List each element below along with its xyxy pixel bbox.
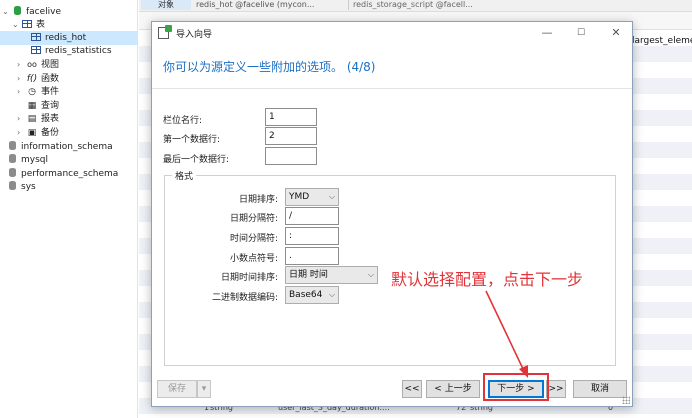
chevron-right-icon[interactable]: ›	[17, 112, 26, 126]
binary-encoding-label: 二进制数据编码:	[211, 293, 278, 303]
navigation-tree: ⌄ facelive ⌄ 表 redis_hot redis_statistics …	[0, 0, 138, 418]
table-folder-icon	[21, 18, 33, 32]
import-wizard-icon	[158, 25, 172, 39]
chevron-down-icon[interactable]: ⌄	[12, 18, 21, 32]
chevron-down-icon: ⌵	[328, 192, 335, 201]
database-icon	[6, 153, 18, 167]
date-order-label: 日期排序:	[238, 195, 278, 205]
previous-button[interactable]: < 上一步	[426, 380, 480, 398]
cancel-button[interactable]: 取消	[573, 380, 627, 398]
dialog-title-bar[interactable]: 导入向导 — ☐ ✕	[152, 22, 632, 44]
database-icon	[6, 140, 18, 154]
datetime-order-label: 日期时间排序:	[220, 273, 278, 283]
first-data-row-input[interactable]	[265, 127, 317, 145]
date-delimiter-label: 日期分隔符:	[229, 214, 278, 224]
field-name-row-label: 栏位名行:	[163, 116, 203, 126]
view-icon: oo	[27, 60, 37, 69]
tab-redis-hot[interactable]: redis_hot @facelive (mycon...	[196, 0, 344, 10]
tree-item-sys[interactable]: sys	[6, 180, 36, 194]
chevron-right-icon[interactable]: ›	[17, 72, 26, 86]
decimal-symbol-input[interactable]	[285, 247, 339, 265]
chevron-down-icon: ▾	[201, 384, 207, 394]
tree-item-functions[interactable]: › f() 函数	[17, 72, 59, 86]
field-name-row-input[interactable]	[265, 108, 317, 126]
table-icon	[30, 31, 42, 45]
tree-item-views[interactable]: › oo 视图	[17, 58, 59, 72]
chevron-right-icon[interactable]: ›	[17, 85, 26, 99]
datetime-order-select[interactable]: 日期 时间 ⌵	[285, 266, 378, 284]
backup-icon: ▣	[27, 128, 37, 138]
event-icon: ◷	[28, 87, 36, 97]
tree-item-performance-schema[interactable]: performance_schema	[6, 167, 118, 181]
time-delimiter-label: 时间分隔符:	[229, 234, 278, 244]
chevron-down-icon: ⌵	[367, 270, 374, 279]
table-icon	[30, 44, 42, 58]
tree-item-facelive[interactable]: ⌄ facelive	[2, 5, 61, 19]
tree-item-redis-statistics[interactable]: redis_statistics	[30, 44, 112, 58]
tree-item-queries[interactable]: ▦ 查询	[26, 99, 59, 113]
chevron-right-icon[interactable]: ›	[17, 126, 26, 140]
save-menu-button[interactable]: ▾	[197, 380, 211, 398]
annotation-highlight-box	[483, 373, 549, 401]
tree-item-backups[interactable]: › ▣ 备份	[17, 126, 59, 140]
tree-item-redis-hot[interactable]: redis_hot	[0, 31, 137, 45]
chevron-down-icon: ⌵	[328, 290, 335, 299]
tree-item-tables[interactable]: ⌄ 表	[12, 18, 45, 32]
wizard-step-subtitle: 你可以为源定义一些附加的选项。 (4/8)	[163, 60, 376, 74]
database-icon	[11, 5, 23, 19]
tab-objects[interactable]: 对象	[141, 0, 191, 10]
tree-item-events[interactable]: › ◷ 事件	[17, 85, 59, 99]
dialog-title: 导入向导	[176, 30, 213, 40]
import-wizard-dialog: 导入向导 — ☐ ✕ 你可以为源定义一些附加的选项。 (4/8) 栏位名行: 第…	[151, 21, 633, 407]
time-delimiter-input[interactable]	[285, 227, 339, 245]
tree-item-reports[interactable]: › ▤ 报表	[17, 112, 59, 126]
last-step-button[interactable]: >>	[546, 380, 566, 398]
last-data-row-label: 最后一个数据行:	[163, 155, 230, 165]
database-icon	[6, 180, 18, 194]
annotation-text: 默认选择配置，点击下一步	[391, 270, 584, 289]
maximize-icon[interactable]: ☐	[572, 25, 590, 41]
tab-redis-storage-script[interactable]: redis_storage_script @facell...	[348, 0, 498, 10]
minimize-icon[interactable]: —	[538, 25, 556, 41]
function-icon: f()	[26, 74, 38, 84]
divider	[152, 88, 632, 89]
chevron-right-icon[interactable]: ›	[17, 58, 26, 72]
first-data-row-label: 第一个数据行:	[163, 135, 221, 145]
binary-encoding-select[interactable]: Base64 ⌵	[285, 286, 339, 304]
last-data-row-input[interactable]	[265, 147, 317, 165]
tree-item-mysql[interactable]: mysql	[6, 153, 48, 167]
query-icon: ▦	[27, 101, 37, 111]
resize-grip-icon[interactable]	[622, 396, 630, 404]
column-header-largest-element[interactable]: largest_eleme	[632, 36, 692, 46]
date-order-select[interactable]: YMD ⌵	[285, 188, 339, 206]
date-delimiter-input[interactable]	[285, 207, 339, 225]
chevron-down-icon[interactable]: ⌄	[2, 5, 11, 19]
close-icon[interactable]: ✕	[607, 25, 625, 41]
first-step-button[interactable]: <<	[402, 380, 422, 398]
format-group-legend: 格式	[172, 169, 197, 182]
report-icon: ▤	[27, 114, 37, 124]
database-icon	[6, 167, 18, 181]
tree-item-information-schema[interactable]: information_schema	[6, 140, 113, 154]
save-button[interactable]: 保存	[157, 380, 197, 398]
decimal-symbol-label: 小数点符号:	[229, 254, 278, 264]
